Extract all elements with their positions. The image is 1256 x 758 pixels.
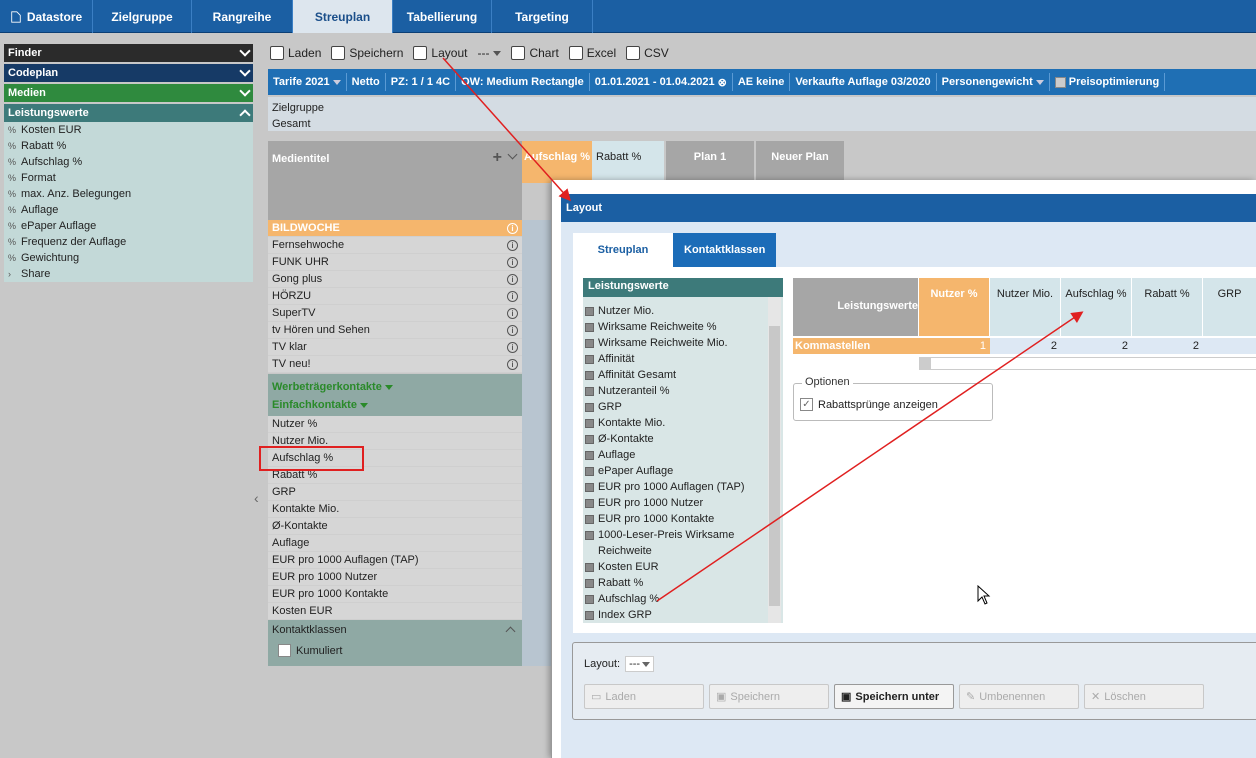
annotation-arrows [442, 57, 1084, 602]
arrow-aufschlag [656, 311, 1084, 602]
mouse-cursor-icon [977, 585, 991, 605]
arrow-layout [442, 57, 571, 202]
